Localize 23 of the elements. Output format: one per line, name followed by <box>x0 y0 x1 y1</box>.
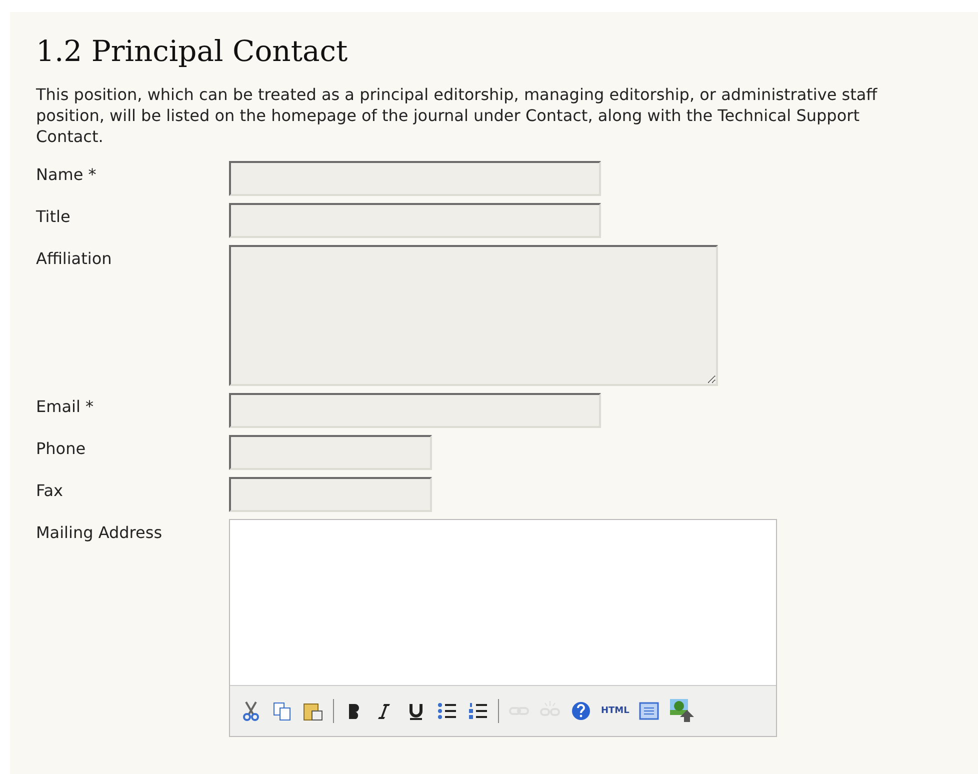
image-upload-icon[interactable] <box>669 698 696 724</box>
help-icon[interactable] <box>570 700 592 722</box>
numbered-list-icon[interactable] <box>467 700 489 722</box>
text-field[interactable] <box>229 161 601 196</box>
section-title: 1.2 Principal Contact <box>36 34 349 68</box>
bullet-list-icon[interactable] <box>436 700 458 722</box>
scissors-icon[interactable] <box>240 700 262 722</box>
text-field[interactable] <box>229 435 432 470</box>
section-description: This position, which can be treated as a principal editorship, managing editorship, or administrative staff position, will be listed on the homepage of the journal under Contact, along with the Technical Support Contact. <box>36 84 878 147</box>
text-field[interactable] <box>229 393 601 428</box>
field-label: Email * <box>36 396 94 418</box>
copy-icon[interactable] <box>271 700 293 722</box>
field-label: Phone <box>36 438 87 460</box>
field-label: Affiliation <box>36 248 113 270</box>
html-button[interactable]: HTML <box>601 706 630 716</box>
field-label: Title <box>36 206 72 228</box>
field-label: Name * <box>36 164 98 186</box>
window-icon[interactable] <box>638 700 660 722</box>
text-field[interactable] <box>229 203 601 238</box>
rich-text-editor[interactable]: HTML <box>229 519 777 737</box>
field-label: Mailing Address <box>36 522 164 544</box>
text-field[interactable] <box>229 477 432 512</box>
field-label: Fax <box>36 480 64 502</box>
